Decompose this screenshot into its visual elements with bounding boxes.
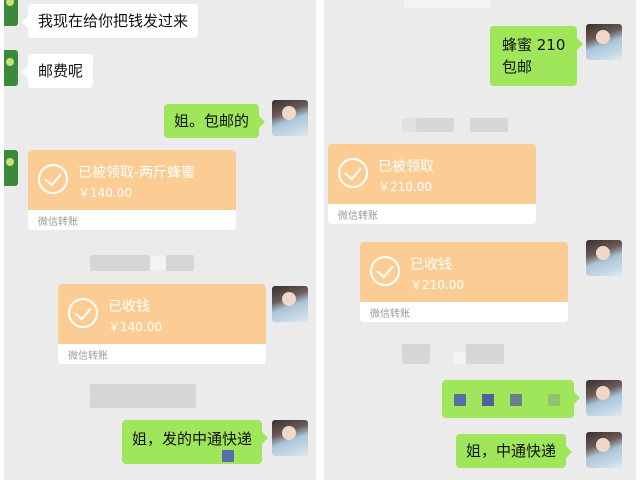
user-avatar[interactable] <box>272 286 308 322</box>
redacted-block <box>222 450 234 462</box>
contact-avatar[interactable] <box>4 150 18 186</box>
transfer-card[interactable]: 已收钱 ￥140.00 微信转账 <box>58 284 266 364</box>
user-avatar[interactable] <box>586 240 622 276</box>
redacted-block <box>510 394 522 406</box>
chat-panel-left: 我现在给你把钱发过来 邮费呢 姐。包邮的 已被领取-两斤蜂蜜 ￥140.00 微… <box>4 0 316 480</box>
transfer-amount: ￥140.00 <box>78 186 132 200</box>
user-avatar[interactable] <box>586 24 622 60</box>
chat-panel-right: 蜂蜜 210 包邮 已被领取 ￥210.00 微信转账 已收钱 ￥210.00 … <box>324 0 636 480</box>
message-outgoing: 姐。包邮的 <box>164 104 266 138</box>
redacted-block <box>482 394 494 406</box>
redacted-block <box>470 118 508 132</box>
contact-avatar[interactable] <box>4 0 18 26</box>
message-text: 蜂蜜 210 <box>502 36 566 54</box>
redacted-block <box>404 0 490 8</box>
message-incoming: 邮费呢 <box>21 54 94 88</box>
transfer-footer: 微信转账 <box>370 309 410 320</box>
redacted-block <box>90 384 196 408</box>
user-avatar[interactable] <box>586 432 622 468</box>
message-outgoing: 蜂蜜 210 包邮 <box>490 26 584 86</box>
redacted-block <box>402 344 430 364</box>
transfer-card[interactable]: 已收钱 ￥210.00 微信转账 <box>360 242 568 322</box>
user-avatar[interactable] <box>272 100 308 136</box>
contact-avatar[interactable] <box>4 50 18 86</box>
transfer-card[interactable]: 已被领取 ￥210.00 微信转账 <box>328 144 536 224</box>
transfer-footer: 微信转账 <box>38 217 78 228</box>
redacted-block <box>454 352 466 364</box>
transfer-check-icon <box>38 164 68 194</box>
transfer-amount: ￥140.00 <box>108 320 162 334</box>
redacted-block <box>416 118 454 132</box>
transfer-title: 已被领取 <box>378 159 434 175</box>
transfer-amount: ￥210.00 <box>410 278 464 292</box>
redacted-block <box>466 344 504 364</box>
redacted-block <box>90 255 150 271</box>
message-text: 姐，发的中通快递 <box>132 430 253 448</box>
redacted-block <box>150 256 166 270</box>
redacted-block <box>402 118 416 132</box>
transfer-amount: ￥210.00 <box>378 180 432 194</box>
transfer-footer: 微信转账 <box>68 351 108 362</box>
transfer-title: 已被领取-两斤蜂蜜 <box>78 165 196 181</box>
message-outgoing: 姐，发的中通快递 <box>122 420 269 464</box>
user-avatar[interactable] <box>586 380 622 416</box>
redacted-block <box>454 394 466 406</box>
message-text: 包邮 <box>502 58 533 76</box>
transfer-footer: 微信转账 <box>338 211 378 222</box>
transfer-check-icon <box>370 256 400 286</box>
transfer-title: 已收钱 <box>410 257 452 273</box>
redacted-block <box>548 394 560 406</box>
user-avatar[interactable] <box>272 420 308 456</box>
transfer-card[interactable]: 已被领取-两斤蜂蜜 ￥140.00 微信转账 <box>28 150 236 230</box>
transfer-check-icon <box>338 158 368 188</box>
message-outgoing: 姐，中通快递 <box>456 434 573 468</box>
message-incoming: 我现在给你把钱发过来 <box>21 4 199 38</box>
transfer-title: 已收钱 <box>108 299 150 315</box>
redacted-block <box>166 255 194 271</box>
transfer-check-icon <box>68 298 98 328</box>
